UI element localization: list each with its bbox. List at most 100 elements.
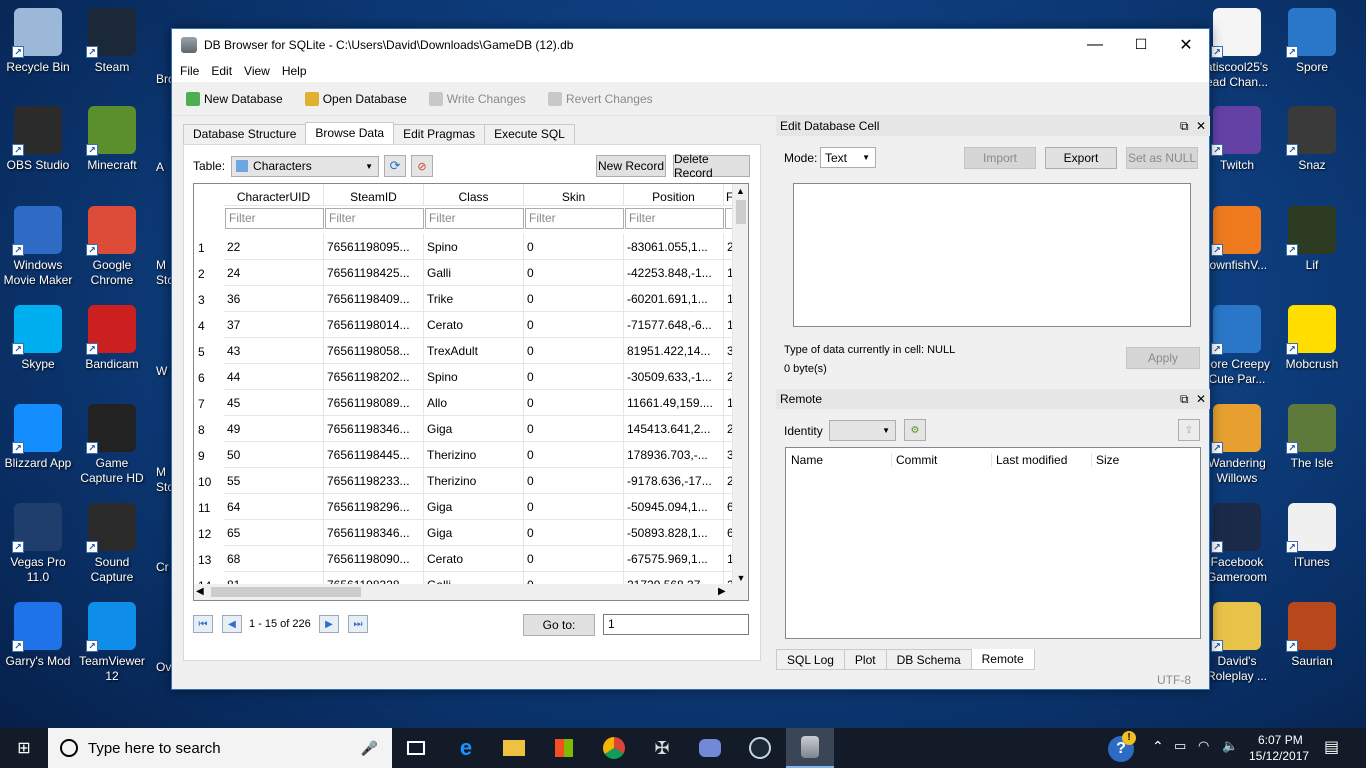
notifications-icon[interactable]: ▤ <box>1324 737 1339 757</box>
filter-characteruid[interactable]: Filter <box>225 208 324 229</box>
first-page-button[interactable]: ⏮ <box>193 615 213 633</box>
battery-icon[interactable]: ▭ <box>1174 738 1186 754</box>
cell-skin[interactable]: 0 <box>524 546 624 572</box>
table-row[interactable]: 3 36 76561198409... Trike 0 -60201.691,1... 1 <box>194 286 738 312</box>
cell-characteruid[interactable]: 36 <box>224 286 324 312</box>
vertical-scrollbar[interactable]: ▲ ▼ <box>732 184 748 585</box>
search-box[interactable]: Type here to search 🎤 <box>48 728 392 768</box>
cell-skin[interactable]: 0 <box>524 364 624 390</box>
cell-position[interactable]: 145413.641,2... <box>624 416 724 442</box>
revert-changes-button[interactable]: Revert Changes <box>547 91 653 106</box>
desktop-shortcut[interactable]: ↗ atiscool25's ead Chan... <box>1199 8 1275 90</box>
desktop-shortcut[interactable]: ↗ Recycle Bin <box>0 8 76 75</box>
cell-steamid[interactable]: 76561198346... <box>324 520 424 546</box>
table-row[interactable]: 10 55 76561198233... Therizino 0 -9178.636,-1… <box>194 468 738 494</box>
cell-skin[interactable]: 0 <box>524 416 624 442</box>
previous-page-button[interactable]: ◀ <box>222 615 242 633</box>
cell-position[interactable]: -30509.633,-1... <box>624 364 724 390</box>
cell-position[interactable]: -50893.828,1... <box>624 520 724 546</box>
chevron-up-icon[interactable]: ⌃ <box>1152 738 1164 755</box>
import-button[interactable]: Import <box>964 147 1036 169</box>
row-number[interactable]: 2 <box>194 260 225 286</box>
cell-skin[interactable]: 0 <box>524 390 624 416</box>
cell-skin[interactable]: 0 <box>524 312 624 338</box>
cell-steamid[interactable]: 76561198089... <box>324 390 424 416</box>
desktop-shortcut[interactable]: ↗ Minecraft <box>74 106 150 173</box>
open-database-button[interactable]: Open Database <box>304 91 407 106</box>
taskbar-discord[interactable] <box>686 728 734 768</box>
desktop-shortcut[interactable]: ↗ Snaz <box>1274 106 1350 173</box>
desktop-shortcut[interactable]: ↗ Spore <box>1274 8 1350 75</box>
close-dock-icon[interactable]: ✕ <box>1196 389 1206 409</box>
cell-position[interactable]: -42253.848,-1... <box>624 260 724 286</box>
menu-file[interactable]: File <box>176 64 207 78</box>
cell-position[interactable]: 178936.703,-... <box>624 442 724 468</box>
scroll-left-icon[interactable]: ◀ <box>196 584 204 600</box>
clock-date[interactable]: 15/12/2017 <box>1249 749 1309 763</box>
cell-position[interactable]: -71577.648,-6... <box>624 312 724 338</box>
cell-steamid[interactable]: 76561198425... <box>324 260 424 286</box>
cell-editor[interactable] <box>793 183 1191 327</box>
cell-characteruid[interactable]: 64 <box>224 494 324 520</box>
table-row[interactable]: 13 68 76561198090... Cerato 0 -67575.969,1...… <box>194 546 738 572</box>
undock-icon[interactable]: ⧉ <box>1180 116 1189 136</box>
tab-remote[interactable]: Remote <box>970 649 1035 670</box>
desktop-shortcut[interactable]: ↗ The Isle <box>1274 404 1350 471</box>
desktop-shortcut[interactable]: ↗ Garry's Mod <box>0 602 76 669</box>
cell-characteruid[interactable]: 49 <box>224 416 324 442</box>
filter-position[interactable]: Filter <box>625 208 724 229</box>
cell-steamid[interactable]: 76561198445... <box>324 442 424 468</box>
desktop-shortcut[interactable]: ↗ TeamViewer 12 <box>74 602 150 684</box>
row-number[interactable]: 8 <box>194 416 225 442</box>
filter-class[interactable]: Filter <box>425 208 524 229</box>
desktop-shortcut[interactable]: ↗ pore Creepy Cute Par... <box>1199 305 1275 387</box>
cell-steamid[interactable]: 76561198409... <box>324 286 424 312</box>
table-row[interactable]: 4 37 76561198014... Cerato 0 -71577.648,-6...… <box>194 312 738 338</box>
new-record-button[interactable]: New Record <box>596 155 666 177</box>
cell-class[interactable]: Allo <box>424 390 524 416</box>
table-row[interactable]: 11 64 76561198296... Giga 0 -50945.094,1... 6 <box>194 494 738 520</box>
scroll-down-icon[interactable]: ▼ <box>733 571 748 585</box>
remote-col-size[interactable]: Size <box>1091 453 1119 467</box>
table-row[interactable]: 2 24 76561198425... Galli 0 -42253.848,-1... 1 <box>194 260 738 286</box>
table-row[interactable]: 8 49 76561198346... Giga 0 145413.641,2... 2 <box>194 416 738 442</box>
tab-browse-data[interactable]: Browse Data <box>305 122 395 144</box>
goto-input[interactable]: 1 <box>603 614 749 635</box>
goto-button[interactable]: Go to: <box>523 614 595 636</box>
scroll-right-icon[interactable]: ▶ <box>718 584 726 600</box>
cell-position[interactable]: -60201.691,1... <box>624 286 724 312</box>
cell-class[interactable]: Cerato <box>424 312 524 338</box>
row-number[interactable]: 1 <box>194 234 225 260</box>
cell-characteruid[interactable]: 22 <box>224 234 324 260</box>
minimize-button[interactable]: — <box>1072 29 1118 60</box>
tab-edit-pragmas[interactable]: Edit Pragmas <box>393 124 486 144</box>
tab-db-schema[interactable]: DB Schema <box>885 649 972 670</box>
cell-skin[interactable]: 0 <box>524 338 624 364</box>
cell-characteruid[interactable]: 24 <box>224 260 324 286</box>
cell-steamid[interactable]: 76561198202... <box>324 364 424 390</box>
horizontal-scroll-thumb[interactable] <box>211 587 361 597</box>
cell-class[interactable]: Giga <box>424 494 524 520</box>
cell-class[interactable]: Galli <box>424 260 524 286</box>
desktop-shortcut[interactable]: ↗ Blizzard App <box>0 404 76 471</box>
column-header-skin[interactable]: Skin <box>524 184 624 206</box>
cell-class[interactable]: Spino <box>424 364 524 390</box>
filter-steamid[interactable]: Filter <box>325 208 424 229</box>
wifi-icon[interactable]: ◠ <box>1198 738 1209 754</box>
delete-record-button[interactable]: Delete Record <box>673 152 750 180</box>
desktop-shortcut[interactable]: ↗ iTunes <box>1274 503 1350 570</box>
desktop-shortcut[interactable]: ↗ Windows Movie Maker <box>0 206 76 288</box>
table-row[interactable]: 7 45 76561198089... Allo 0 11661.49,159.... 1 <box>194 390 738 416</box>
cell-skin[interactable]: 0 <box>524 260 624 286</box>
remote-col-commit[interactable]: Commit <box>891 453 937 467</box>
cell-characteruid[interactable]: 43 <box>224 338 324 364</box>
taskbar-steam[interactable] <box>736 728 784 768</box>
task-view-button[interactable] <box>392 728 440 768</box>
desktop-shortcut[interactable]: ↗ Saurian <box>1274 602 1350 669</box>
identity-select[interactable]: ▼ <box>829 420 896 441</box>
desktop-shortcut[interactable]: ↗ Twitch <box>1199 106 1275 173</box>
table-row[interactable]: 12 65 76561198346... Giga 0 -50893.828,1... 6 <box>194 520 738 546</box>
table-select[interactable]: Characters ▼ <box>231 155 380 177</box>
remote-col-last-modified[interactable]: Last modified <box>991 453 1067 467</box>
desktop-shortcut[interactable]: ↗ Bandicam <box>74 305 150 372</box>
